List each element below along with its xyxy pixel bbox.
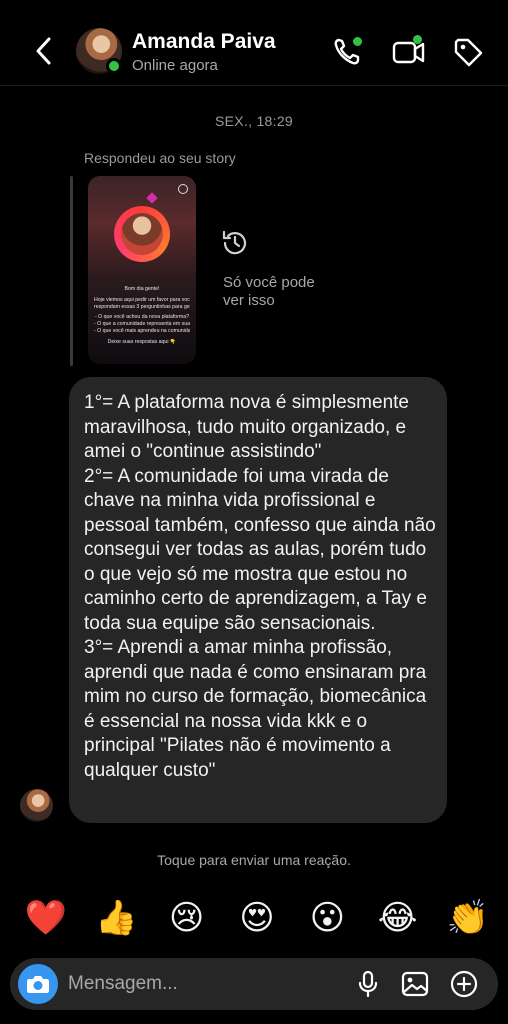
story-cta: Deixe suas respostas aqui 👇 [107, 338, 177, 345]
story-intro-line: Hoje viemos aqui pedir um favor para voc… [94, 296, 190, 303]
story-person-photo [121, 213, 163, 255]
story-question: - O que a comunidade representa em sua v… [94, 321, 190, 328]
story-question: - O que você achou da nova plataforma? [94, 314, 189, 321]
story-intro-line: respondam essas 3 perguntinhas para gent… [94, 303, 190, 310]
contact-name[interactable]: Amanda Paiva [132, 30, 276, 54]
microphone-icon[interactable] [354, 970, 382, 998]
chat-header: Amanda Paiva Online agora [0, 0, 508, 86]
message-timestamp: SEX., 18:29 [214, 113, 294, 129]
story-greeting: Bom dia gente! [124, 286, 160, 292]
camera-button[interactable] [18, 964, 58, 1004]
sender-avatar[interactable] [20, 789, 53, 822]
tag-icon[interactable] [452, 36, 486, 68]
story-caption: Bom dia gente! Hoje viemos aqui pedir um… [94, 286, 190, 346]
back-arrow-icon[interactable] [30, 34, 58, 68]
message-composer [10, 958, 498, 1010]
story-thumbnail[interactable]: Bom dia gente! Hoje viemos aqui pedir um… [88, 176, 196, 364]
camera-icon [27, 976, 49, 993]
gallery-icon[interactable] [401, 970, 429, 998]
story-logo [178, 184, 188, 194]
history-icon [222, 230, 247, 255]
story-reply-label: Respondeu ao seu story [84, 150, 236, 166]
call-active-dot [353, 37, 362, 46]
reaction-hint: Toque para enviar uma reação. [157, 852, 351, 868]
add-icon[interactable] [450, 970, 478, 998]
reaction-heart[interactable]: ❤️ [20, 893, 72, 943]
reaction-surprised[interactable]: 😮 [301, 893, 353, 943]
reaction-bar: ❤️ 👍 😢 😍 😮 😂 👏 [20, 893, 494, 943]
story-question: - O que você mais aprendeu na comunidade… [94, 327, 190, 334]
reply-indicator-bar [70, 176, 73, 366]
story-pin-icon [146, 192, 158, 204]
message-bubble[interactable]: 1°= A plataforma nova é simplesmente mar… [69, 377, 447, 823]
online-indicator [106, 58, 122, 74]
contact-status: Online agora [132, 57, 218, 74]
reaction-laughing[interactable]: 😂 [372, 893, 424, 943]
reaction-clapping[interactable]: 👏 [442, 893, 494, 943]
reaction-heart-eyes[interactable]: 😍 [231, 893, 283, 943]
video-active-dot [413, 35, 422, 44]
hidden-media-notice: Só você pode ver isso [223, 274, 315, 309]
message-input[interactable] [68, 973, 288, 995]
reaction-crying[interactable]: 😢 [161, 893, 213, 943]
reaction-thumbs-up[interactable]: 👍 [90, 893, 142, 943]
